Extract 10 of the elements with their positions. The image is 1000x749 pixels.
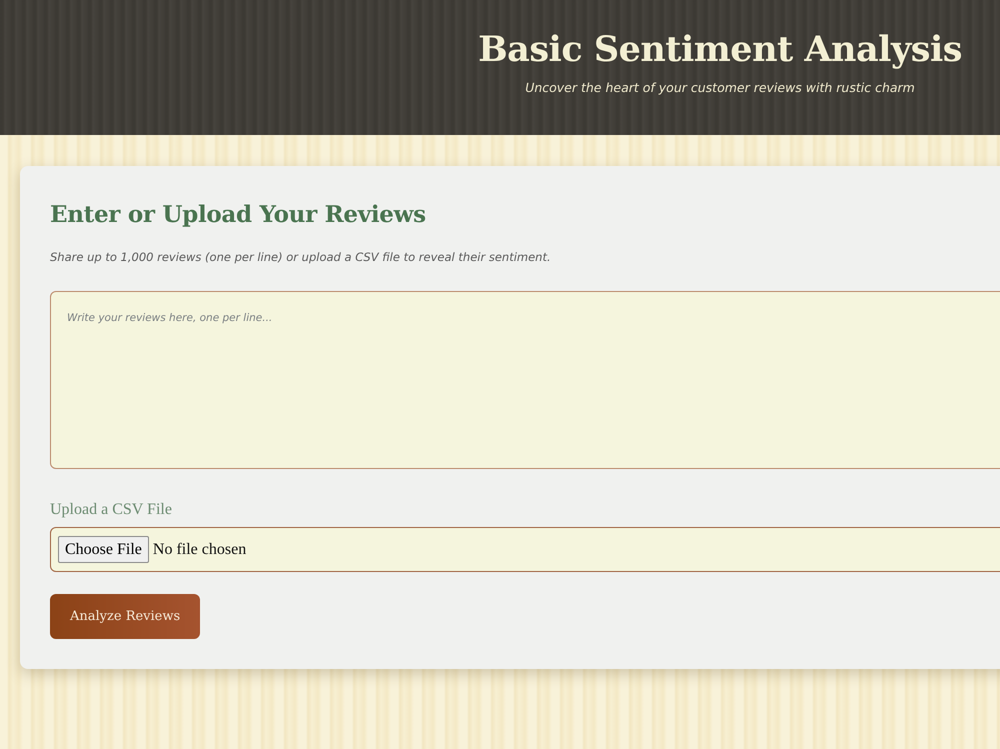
- choose-file-button[interactable]: Choose File: [58, 536, 149, 563]
- reviews-field[interactable]: Write your reviews here, one per line...: [50, 291, 1000, 469]
- analyze-button[interactable]: Analyze Reviews: [50, 594, 200, 639]
- card-description: Share up to 1,000 reviews (one per line) or upload a CSV file to reveal their sentiment.: [50, 250, 552, 264]
- page-title: Basic Sentiment Analysis: [478, 28, 962, 72]
- file-status-text: No file chosen: [152, 540, 246, 558]
- page-subtitle: Uncover the heart of your customer reviews with rustic charm: [525, 80, 915, 95]
- upload-label: Upload a CSV File: [50, 501, 173, 519]
- card-heading: Enter or Upload Your Reviews: [50, 200, 427, 230]
- file-upload-field[interactable]: Choose File No file chosen: [50, 527, 1000, 572]
